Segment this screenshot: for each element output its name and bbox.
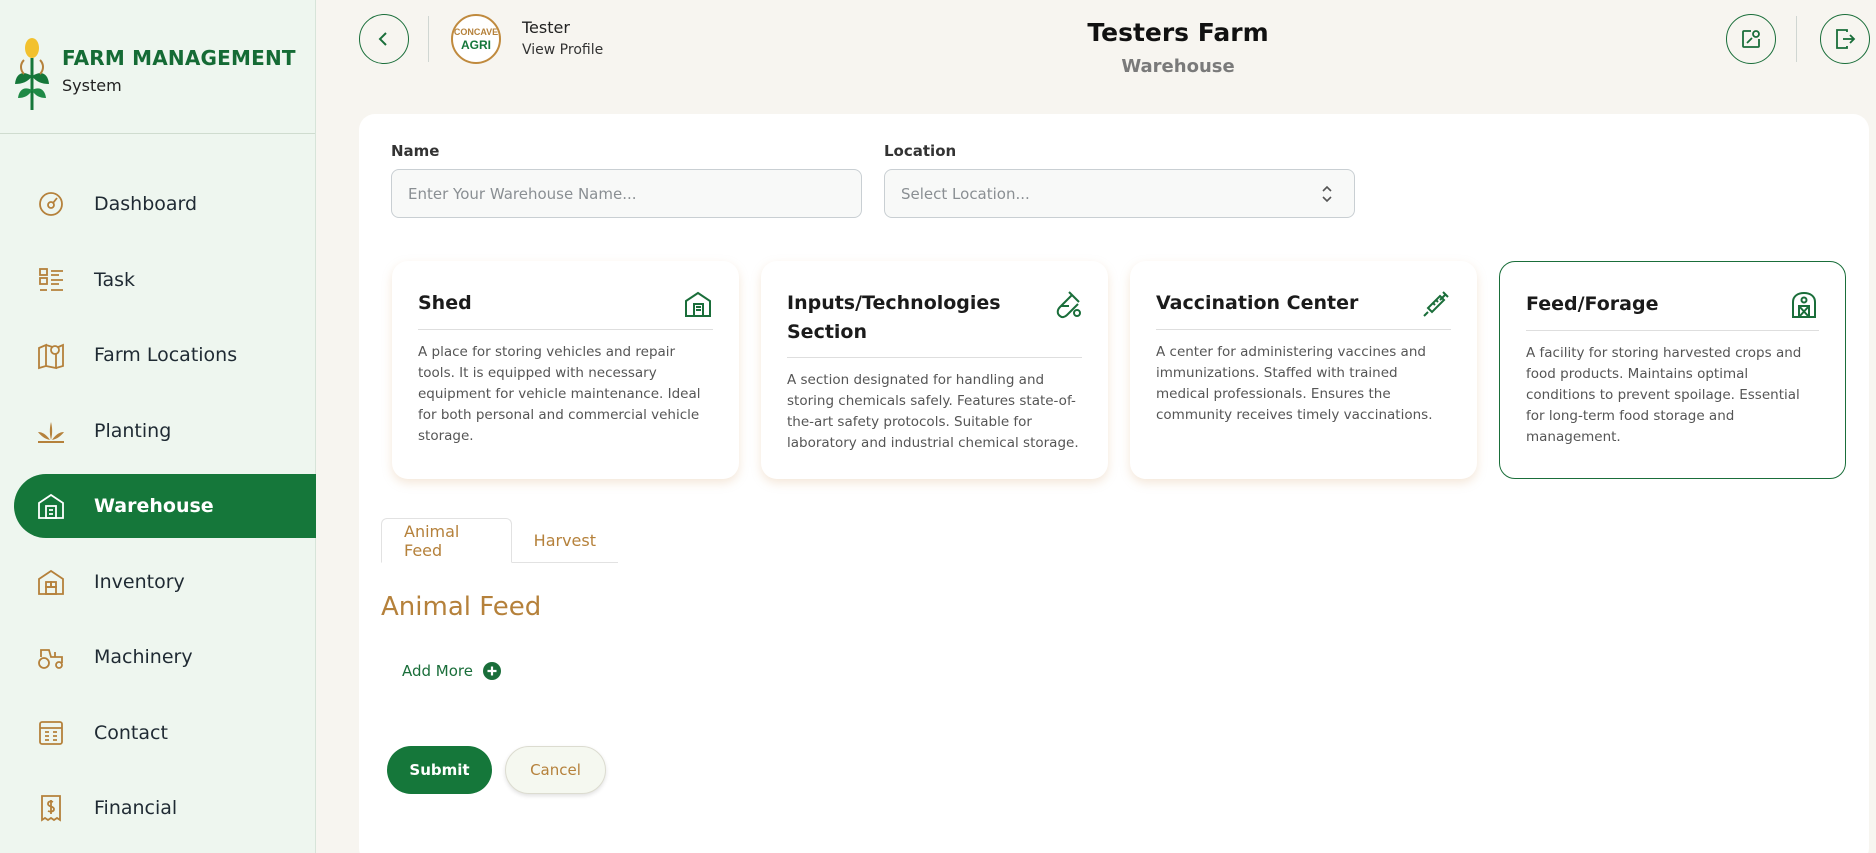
card-title: Vaccination Center <box>1156 292 1359 314</box>
sidebar: FARM MANAGEMENT System Dashboard Task Fa… <box>0 0 316 853</box>
svg-text:AGRI: AGRI <box>461 38 491 52</box>
inventory-icon <box>36 567 66 597</box>
barn-icon <box>1792 291 1816 318</box>
svg-text:CONCAVE: CONCAVE <box>454 27 498 37</box>
profile-square-icon <box>1742 30 1760 48</box>
brand-title: FARM MANAGEMENT <box>62 46 296 70</box>
add-more-button[interactable]: Add More <box>402 662 501 680</box>
page-title: Testers Farm <box>1087 18 1269 47</box>
concave-agri-logo-icon: CONCAVE AGRI <box>454 17 498 61</box>
warehouse-form-card <box>359 114 1869 853</box>
logout-button[interactable] <box>1820 14 1870 64</box>
card-description: A center for administering vaccines and … <box>1156 344 1433 423</box>
sidebar-nav: Dashboard Task Farm Locations Planting W… <box>14 172 316 852</box>
map-pin-icon <box>36 340 66 370</box>
brand: FARM MANAGEMENT System <box>0 0 315 134</box>
sidebar-item-dashboard[interactable]: Dashboard <box>14 172 316 236</box>
contact-icon <box>36 718 66 748</box>
receipt-icon <box>36 793 66 823</box>
add-more-label: Add More <box>402 662 473 680</box>
location-label: Location <box>884 142 957 160</box>
wheat-logo-icon <box>15 38 49 110</box>
sidebar-item-planting[interactable]: Planting <box>14 399 316 463</box>
warehouse-type-card-inputs-technologies[interactable]: Inputs/Technologies Section A section de… <box>761 261 1108 479</box>
building-icon <box>685 291 711 317</box>
warehouse-icon <box>36 491 66 521</box>
avatar[interactable]: CONCAVE AGRI <box>451 14 501 64</box>
chevron-left-icon <box>378 32 387 46</box>
submit-button[interactable]: Submit <box>387 746 492 794</box>
section-title: Animal Feed <box>381 592 542 622</box>
sidebar-item-contact[interactable]: Contact <box>14 701 316 765</box>
user-name: Tester <box>522 18 570 37</box>
sidebar-item-label: Dashboard <box>94 193 198 215</box>
sidebar-item-label: Farm Locations <box>94 344 238 366</box>
cancel-button[interactable]: Cancel <box>505 746 606 794</box>
card-description: A place for storing vehicles and repair … <box>418 344 701 444</box>
card-title: Inputs/Technologies Section <box>787 292 1001 343</box>
sidebar-item-machinery[interactable]: Machinery <box>14 625 316 689</box>
name-label: Name <box>391 142 440 160</box>
warehouse-name-input[interactable] <box>391 169 862 218</box>
logout-icon <box>1836 29 1856 49</box>
tab-animal-feed[interactable]: Animal Feed <box>381 518 512 563</box>
tractor-icon <box>36 642 66 672</box>
view-profile-link[interactable]: View Profile <box>522 42 603 58</box>
card-description: A section designated for handling and st… <box>787 372 1079 451</box>
header-divider <box>428 16 429 62</box>
card-title: Feed/Forage <box>1526 293 1659 315</box>
warehouse-type-card-feed-forage[interactable]: Feed/Forage A facility for storing harve… <box>1499 261 1846 479</box>
tab-harvest[interactable]: Harvest <box>512 518 618 563</box>
sidebar-item-task[interactable]: Task <box>14 248 316 312</box>
task-list-icon <box>36 265 66 295</box>
sidebar-item-label: Machinery <box>94 646 193 668</box>
flask-icon <box>1056 291 1081 319</box>
location-select[interactable] <box>884 169 1355 218</box>
plant-icon <box>36 416 66 446</box>
sidebar-item-label: Inventory <box>94 570 185 593</box>
sidebar-item-label: Task <box>94 268 136 291</box>
header-divider <box>1796 16 1797 62</box>
sidebar-item-label: Contact <box>94 721 168 744</box>
profile-settings-button[interactable] <box>1726 14 1776 64</box>
plus-circle-icon <box>483 662 501 680</box>
back-button[interactable] <box>359 14 409 64</box>
gauge-icon <box>36 189 66 219</box>
sidebar-item-financial[interactable]: Financial <box>14 776 316 840</box>
page-subtitle: Warehouse <box>1121 56 1235 77</box>
card-title: Shed <box>418 292 472 314</box>
brand-subtitle: System <box>62 76 122 95</box>
card-description: A facility for storing harvested crops a… <box>1526 345 1802 445</box>
sidebar-item-label: Financial <box>94 797 178 819</box>
warehouse-type-card-shed[interactable]: Shed A place for storing vehicles and re… <box>392 261 739 479</box>
syringe-icon <box>1423 291 1449 317</box>
sidebar-item-warehouse[interactable]: Warehouse <box>14 474 316 538</box>
tab-bar: Animal Feed Harvest <box>381 518 618 563</box>
sidebar-item-inventory[interactable]: Inventory <box>14 550 316 614</box>
sidebar-item-label: Planting <box>94 419 172 442</box>
sidebar-item-farm-locations[interactable]: Farm Locations <box>14 323 316 387</box>
warehouse-type-card-vaccination-center[interactable]: Vaccination Center A center for administ… <box>1130 261 1477 479</box>
sidebar-item-label: Warehouse <box>94 495 214 517</box>
chevron-up-down-icon <box>1322 185 1332 203</box>
